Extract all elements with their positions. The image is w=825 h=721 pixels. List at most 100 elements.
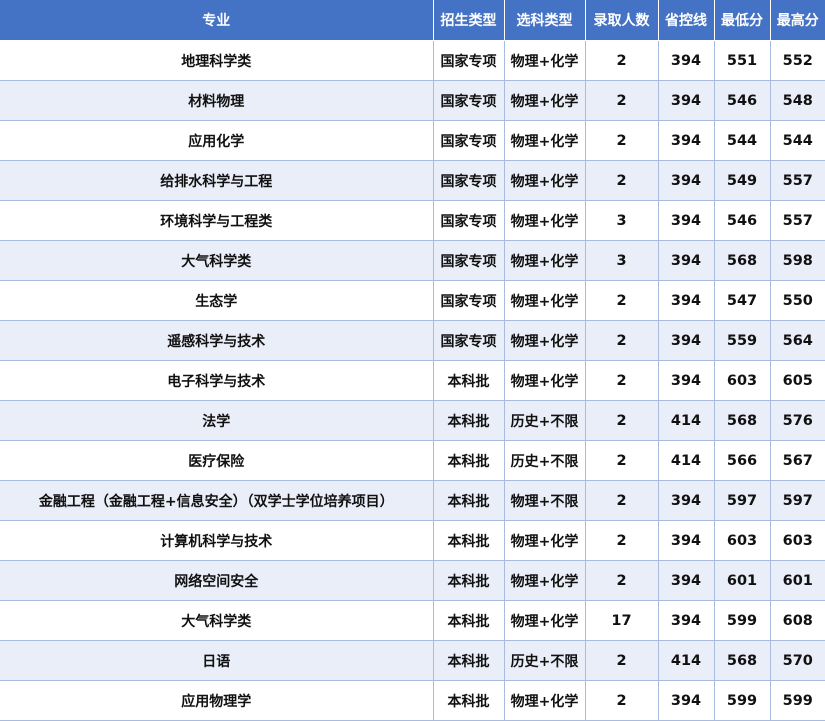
table-row: 医疗保险 本科批 历史+不限 2 414 566 567: [0, 440, 825, 481]
cell-min-score: 599: [713, 600, 771, 641]
cell-subject-type: 历史+不限: [503, 640, 586, 681]
cell-subject-type: 物理+化学: [503, 520, 586, 561]
table-row: 大气科学类 本科批 物理+化学 17 394 599 608: [0, 600, 825, 641]
cell-min-score: 597: [713, 480, 771, 521]
cell-max-score: 552: [769, 40, 825, 81]
cell-major: 法学: [0, 400, 434, 441]
cell-admit-count: 2: [584, 440, 659, 481]
cell-subject-type: 物理+化学: [503, 320, 586, 361]
cell-major: 应用物理学: [0, 680, 434, 721]
table-row: 应用化学 国家专项 物理+化学 2 394 544 544: [0, 120, 825, 161]
cell-enroll-type: 本科批: [432, 400, 505, 441]
cell-major: 应用化学: [0, 120, 434, 161]
cell-admit-count: 2: [584, 680, 659, 721]
cell-enroll-type: 本科批: [432, 640, 505, 681]
cell-min-score: 568: [713, 640, 771, 681]
cell-admit-count: 2: [584, 520, 659, 561]
cell-enroll-type: 国家专项: [432, 160, 505, 201]
cell-max-score: 576: [769, 400, 825, 441]
cell-subject-type: 物理+化学: [503, 200, 586, 241]
header-min-score: 最低分: [714, 0, 771, 41]
cell-enroll-type: 本科批: [432, 600, 505, 641]
cell-major: 地理科学类: [0, 40, 434, 81]
cell-min-score: 546: [713, 200, 771, 241]
cell-subject-type: 物理+化学: [503, 120, 586, 161]
header-row: 专业 招生类型 选科类型 录取人数 省控线 最低分 最高分: [0, 0, 825, 41]
table-row: 法学 本科批 历史+不限 2 414 568 576: [0, 400, 825, 441]
cell-major: 医疗保险: [0, 440, 434, 481]
cell-admit-count: 2: [584, 360, 659, 401]
cell-max-score: 598: [769, 240, 825, 281]
cell-admit-count: 2: [584, 400, 659, 441]
cell-major: 遥感科学与技术: [0, 320, 434, 361]
table-row: 计算机科学与技术 本科批 物理+化学 2 394 603 603: [0, 520, 825, 561]
cell-max-score: 567: [769, 440, 825, 481]
cell-control-line: 394: [657, 480, 715, 521]
cell-control-line: 414: [657, 440, 715, 481]
cell-max-score: 605: [769, 360, 825, 401]
cell-enroll-type: 本科批: [432, 440, 505, 481]
cell-control-line: 394: [657, 600, 715, 641]
cell-major: 大气科学类: [0, 240, 434, 281]
cell-max-score: 557: [769, 200, 825, 241]
cell-admit-count: 2: [584, 280, 659, 321]
cell-subject-type: 物理+化学: [503, 560, 586, 601]
cell-max-score: 597: [769, 480, 825, 521]
admission-score-table: 专业 招生类型 选科类型 录取人数 省控线 最低分 最高分 地理科学类 国家专项物…: [0, 0, 825, 721]
cell-max-score: 564: [769, 320, 825, 361]
cell-admit-count: 2: [584, 640, 659, 681]
cell-max-score: 601: [769, 560, 825, 601]
cell-enroll-type: 本科批: [432, 360, 505, 401]
table-row: 金融工程（金融工程+信息安全）（双学士学位培养项目） 本科批 物理+不限 2 394 59…: [0, 480, 825, 521]
cell-control-line: 394: [657, 360, 715, 401]
cell-major: 计算机科学与技术: [0, 520, 434, 561]
cell-subject-type: 物理+不限: [503, 480, 586, 521]
cell-min-score: 559: [713, 320, 771, 361]
cell-subject-type: 物理+化学: [503, 280, 586, 321]
cell-min-score: 544: [713, 120, 771, 161]
table-row: 网络空间安全 本科批 物理+化学 2 394 601 601: [0, 560, 825, 601]
cell-min-score: 546: [713, 80, 771, 121]
cell-enroll-type: 国家专项: [432, 320, 505, 361]
cell-major: 大气科学类: [0, 600, 434, 641]
cell-control-line: 394: [657, 240, 715, 281]
table-body: 地理科学类 国家专项 物理+化学 2 394 551 552 材料物理 国家专项 物理+化学 2 39…: [0, 40, 825, 721]
table-row: 日语 本科批 历史+不限 2 414 568 570: [0, 640, 825, 681]
cell-min-score: 603: [713, 520, 771, 561]
table-row: 环境科学与工程类 国家专项 物理+化学 3 394 546 557: [0, 200, 825, 241]
cell-control-line: 414: [657, 640, 715, 681]
cell-control-line: 394: [657, 320, 715, 361]
cell-min-score: 551: [713, 40, 771, 81]
cell-admit-count: 2: [584, 40, 659, 81]
table-row: 材料物理 国家专项 物理+化学 2 394 546 548: [0, 80, 825, 121]
cell-major: 材料物理: [0, 80, 434, 121]
cell-subject-type: 物理+化学: [503, 40, 586, 81]
cell-major: 日语: [0, 640, 434, 681]
cell-enroll-type: 本科批: [432, 520, 505, 561]
table-row: 应用物理学 本科批 物理+化学 2 394 599 599: [0, 680, 825, 721]
cell-major: 网络空间安全: [0, 560, 434, 601]
cell-major: 环境科学与工程类: [0, 200, 434, 241]
cell-admit-count: 2: [584, 560, 659, 601]
cell-admit-count: 17: [584, 600, 659, 641]
cell-admit-count: 2: [584, 80, 659, 121]
cell-admit-count: 2: [584, 160, 659, 201]
table-header: 专业 招生类型 选科类型 录取人数 省控线 最低分 最高分: [0, 0, 825, 41]
cell-max-score: 599: [769, 680, 825, 721]
cell-max-score: 603: [769, 520, 825, 561]
cell-min-score: 547: [713, 280, 771, 321]
table-row: 生态学 国家专项 物理+化学 2 394 547 550: [0, 280, 825, 321]
cell-enroll-type: 国家专项: [432, 80, 505, 121]
cell-admit-count: 2: [584, 320, 659, 361]
cell-control-line: 394: [657, 520, 715, 561]
table-row: 大气科学类 国家专项 物理+化学 3 394 568 598: [0, 240, 825, 281]
cell-admit-count: 3: [584, 200, 659, 241]
cell-admit-count: 3: [584, 240, 659, 281]
header-admit-count: 录取人数: [585, 0, 659, 41]
cell-control-line: 394: [657, 160, 715, 201]
cell-subject-type: 历史+不限: [503, 400, 586, 441]
cell-enroll-type: 本科批: [432, 680, 505, 721]
cell-subject-type: 物理+化学: [503, 160, 586, 201]
cell-control-line: 394: [657, 200, 715, 241]
cell-enroll-type: 国家专项: [432, 240, 505, 281]
